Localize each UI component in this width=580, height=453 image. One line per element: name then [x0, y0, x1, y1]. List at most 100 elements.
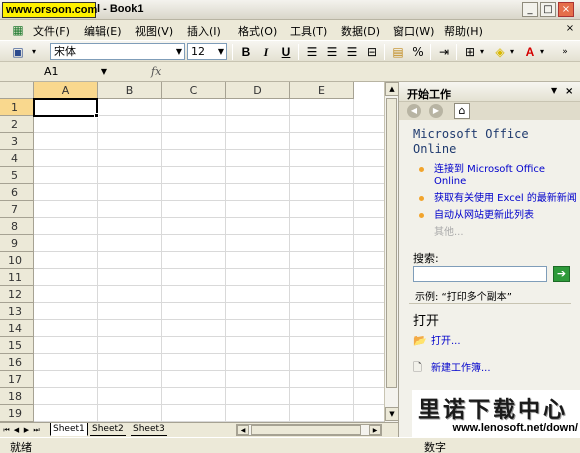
row-header-11[interactable]: 11 [0, 269, 34, 286]
align-center-icon[interactable]: ☰ [324, 44, 340, 60]
home-icon[interactable]: ⌂ [454, 103, 470, 119]
fill-handle[interactable] [94, 113, 99, 118]
active-cell[interactable] [33, 98, 98, 117]
worksheet-grid[interactable]: A B C D E 1 2 3 4 5 6 7 8 9 10 11 12 13 14 15 16 17 18 19 [0, 82, 385, 422]
vertical-scroll-thumb[interactable] [386, 98, 397, 388]
menu-edit[interactable]: 编辑(E) [84, 23, 122, 39]
font-size-value: 12 [191, 45, 205, 58]
row-header-5[interactable]: 5 [0, 167, 34, 184]
scroll-left-icon[interactable]: ◀ [237, 425, 249, 435]
name-box[interactable]: A1 ▼ [4, 64, 109, 80]
column-header-d[interactable]: D [226, 82, 290, 99]
prev-sheet-icon[interactable]: ◀ [12, 424, 21, 436]
restore-button[interactable]: □ [540, 2, 556, 17]
gridline-horizontal [34, 387, 385, 388]
search-input[interactable] [413, 266, 547, 282]
align-left-icon[interactable]: ☰ [304, 44, 320, 60]
row-header-1[interactable]: 1 [0, 99, 34, 116]
row-header-10[interactable]: 10 [0, 252, 34, 269]
font-name-select[interactable]: 宋体 ▼ [50, 43, 185, 60]
row-header-13[interactable]: 13 [0, 303, 34, 320]
open-file-link[interactable]: 📂 打开... [413, 332, 461, 347]
currency-icon[interactable]: ▤ [390, 44, 406, 60]
scroll-up-icon[interactable]: ▲ [385, 82, 399, 96]
italic-button[interactable]: I [258, 44, 274, 60]
font-size-select[interactable]: 12 ▼ [187, 43, 227, 60]
merge-center-icon[interactable]: ⊟ [364, 44, 380, 60]
insert-function-icon[interactable]: fx [151, 65, 161, 78]
gridline-horizontal [34, 132, 385, 133]
link-connect-online[interactable]: 连接到 Microsoft Office Online [419, 164, 579, 188]
menu-tools[interactable]: 工具(T) [290, 23, 327, 39]
underline-button[interactable]: U [278, 44, 294, 60]
borders-icon[interactable]: ⊞ [462, 44, 478, 60]
close-button[interactable]: × [558, 2, 574, 17]
font-color-icon[interactable]: A [522, 44, 538, 60]
row-header-2[interactable]: 2 [0, 116, 34, 133]
save-icon[interactable]: ▣ [10, 44, 26, 60]
sheet-tab-sheet1[interactable]: Sheet1 [50, 423, 88, 436]
chevron-down-icon[interactable]: ▾ [508, 44, 516, 60]
increase-indent-icon[interactable]: ⇥ [436, 44, 452, 60]
link-latest-news[interactable]: 获取有关使用 Excel 的最新新闻 [419, 193, 579, 205]
scroll-down-icon[interactable]: ▼ [385, 407, 399, 421]
column-header-e[interactable]: E [290, 82, 354, 99]
column-header-b[interactable]: B [98, 82, 162, 99]
link-more[interactable]: 其他... [419, 227, 579, 239]
formula-input[interactable] [168, 64, 390, 80]
menu-format[interactable]: 格式(O) [238, 23, 277, 39]
task-pane-menu-icon[interactable]: ▼ [551, 86, 557, 95]
fill-color-icon[interactable]: ◈ [492, 44, 508, 60]
back-icon[interactable]: ◀ [407, 104, 421, 118]
row-header-18[interactable]: 18 [0, 388, 34, 405]
row-header-17[interactable]: 17 [0, 371, 34, 388]
forward-icon[interactable]: ▶ [429, 104, 443, 118]
row-header-6[interactable]: 6 [0, 184, 34, 201]
toolbar-options-icon[interactable]: ▾ [30, 44, 38, 60]
row-header-14[interactable]: 14 [0, 320, 34, 337]
task-pane-close-icon[interactable]: × [565, 86, 573, 97]
chevron-down-icon[interactable]: ▾ [538, 44, 546, 60]
scroll-right-icon[interactable]: ▶ [369, 425, 381, 435]
row-header-4[interactable]: 4 [0, 150, 34, 167]
sheet-tab-sheet3[interactable]: Sheet3 [131, 423, 167, 436]
menu-help[interactable]: 帮助(H) [444, 23, 483, 39]
percent-button[interactable]: % [410, 44, 426, 60]
first-sheet-icon[interactable]: ⏮ [2, 424, 11, 436]
close-document-icon[interactable]: × [564, 23, 576, 34]
menu-file[interactable]: 文件(F) [33, 23, 70, 39]
last-sheet-icon[interactable]: ⏭ [32, 424, 41, 436]
menu-data[interactable]: 数据(D) [341, 23, 380, 39]
new-workbook-link[interactable]: 🗋 新建工作簿... [413, 359, 491, 378]
row-header-8[interactable]: 8 [0, 218, 34, 235]
horizontal-scroll-thumb[interactable] [251, 425, 361, 435]
menu-window[interactable]: 窗口(W) [393, 23, 434, 39]
menu-insert[interactable]: 插入(I) [187, 23, 221, 39]
vertical-scrollbar[interactable]: ▲ ▼ [384, 82, 399, 422]
select-all-corner[interactable] [0, 82, 34, 99]
row-header-3[interactable]: 3 [0, 133, 34, 150]
row-header-7[interactable]: 7 [0, 201, 34, 218]
row-header-15[interactable]: 15 [0, 337, 34, 354]
search-go-button[interactable]: ➔ [553, 266, 570, 282]
column-header-a[interactable]: A [34, 82, 98, 99]
column-header-c[interactable]: C [162, 82, 226, 99]
chevron-down-icon[interactable]: ▾ [478, 44, 486, 60]
excel-doc-icon[interactable]: ▦ [10, 22, 26, 38]
menu-view[interactable]: 视图(V) [135, 23, 173, 39]
bold-button[interactable]: B [238, 44, 254, 60]
toolbar-overflow-icon[interactable]: » [560, 44, 570, 60]
gridline-horizontal [34, 217, 385, 218]
row-header-12[interactable]: 12 [0, 286, 34, 303]
minimize-button[interactable]: _ [522, 2, 538, 17]
link-auto-update[interactable]: 自动从网站更新此列表 [419, 210, 579, 222]
next-sheet-icon[interactable]: ▶ [22, 424, 31, 436]
align-right-icon[interactable]: ☰ [344, 44, 360, 60]
row-header-16[interactable]: 16 [0, 354, 34, 371]
sheet-tab-sheet2[interactable]: Sheet2 [90, 423, 126, 436]
row-header-9[interactable]: 9 [0, 235, 34, 252]
row-header-19[interactable]: 19 [0, 405, 34, 422]
search-example: 示例: “打印多个副本” [415, 292, 512, 303]
horizontal-scrollbar[interactable]: ◀ ▶ [236, 424, 382, 436]
link-text: 连接到 Microsoft Office Online [434, 164, 546, 187]
